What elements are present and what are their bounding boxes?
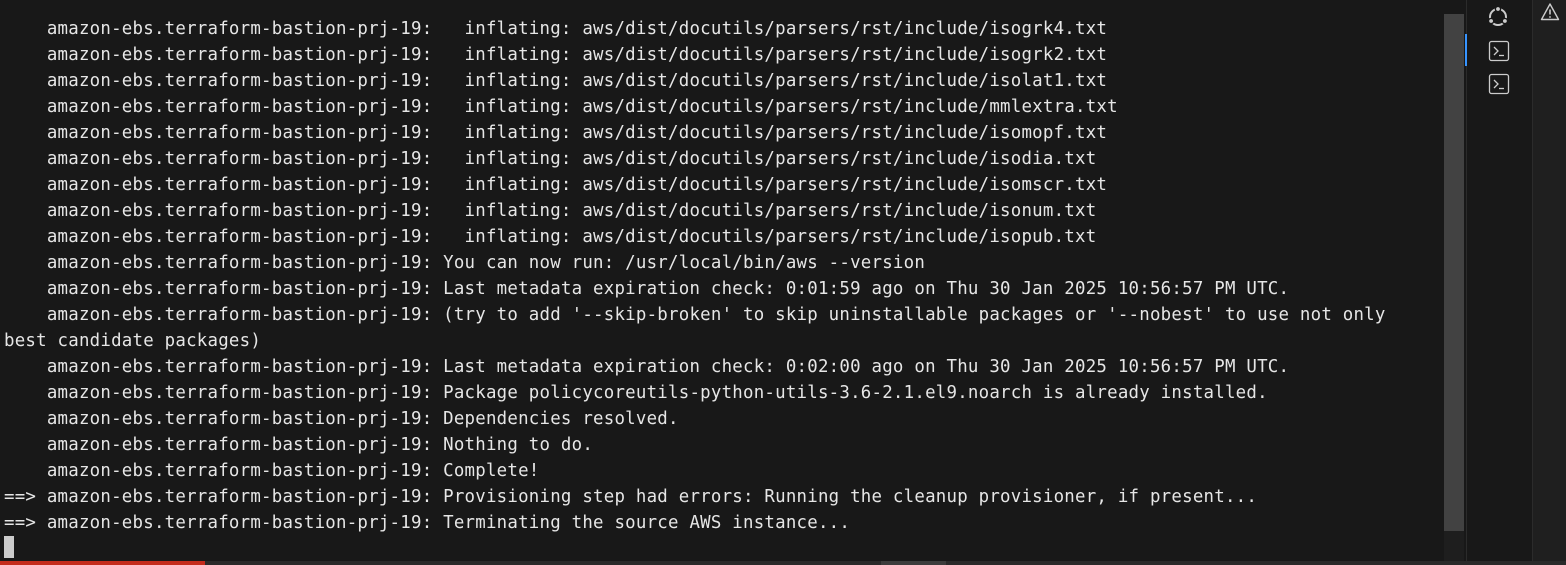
terminal-output[interactable]: amazon-ebs.terraform-bastion-prj-19: inf… [0,0,1444,565]
terminal-icon[interactable] [1487,39,1511,63]
terminal-lines: amazon-ebs.terraform-bastion-prj-19: inf… [4,16,1386,536]
error-progress-indicator [0,561,205,565]
terminal-cursor [4,536,14,558]
terminal-line: amazon-ebs.terraform-bastion-prj-19: Pac… [4,383,1268,403]
terminal-line: amazon-ebs.terraform-bastion-prj-19: inf… [4,71,1108,91]
ubuntu-icon[interactable] [1486,5,1510,29]
terminal-line: amazon-ebs.terraform-bastion-prj-19: Dep… [4,409,679,429]
terminal-line: amazon-ebs.terraform-bastion-prj-19: inf… [4,123,1108,143]
terminal-line: amazon-ebs.terraform-bastion-prj-19: Las… [4,279,1290,299]
horizontal-scrollbar[interactable] [0,561,1566,565]
terminal-line: amazon-ebs.terraform-bastion-prj-19: inf… [4,201,1097,221]
terminal-line: amazon-ebs.terraform-bastion-prj-19: inf… [4,227,1097,247]
terminal-line: amazon-ebs.terraform-bastion-prj-19: inf… [4,19,1108,39]
terminal-line: ==> amazon-ebs.terraform-bastion-prj-19:… [4,487,1258,507]
terminal-line: amazon-ebs.terraform-bastion-prj-19: inf… [4,97,1118,117]
terminal-line: amazon-ebs.terraform-bastion-prj-19: Las… [4,357,1290,377]
terminal-line: amazon-ebs.terraform-bastion-prj-19: (tr… [4,305,1386,325]
terminal-line: amazon-ebs.terraform-bastion-prj-19: inf… [4,149,1097,169]
terminal-line: amazon-ebs.terraform-bastion-prj-19: Not… [4,435,594,455]
active-tab-indicator [1465,34,1467,66]
terminal-line: amazon-ebs.terraform-bastion-prj-19: You… [4,253,926,273]
vscode-terminal-panel: amazon-ebs.terraform-bastion-prj-19: inf… [0,0,1566,565]
terminal-line: ==> amazon-ebs.terraform-bastion-prj-19:… [4,513,851,533]
horizontal-scrollbar-thumb[interactable] [881,561,946,565]
right-status-strip [1532,0,1566,565]
terminal-line: amazon-ebs.terraform-bastion-prj-19: Com… [4,461,540,481]
terminal-line: amazon-ebs.terraform-bastion-prj-19: inf… [4,175,1108,195]
terminal-line: amazon-ebs.terraform-bastion-prj-19: inf… [4,45,1108,65]
terminal-icon[interactable] [1487,72,1511,96]
warning-icon[interactable] [1540,2,1560,22]
terminal-line: best candidate packages) [4,331,262,351]
terminal-scrollbar-thumb[interactable] [1444,14,1464,531]
